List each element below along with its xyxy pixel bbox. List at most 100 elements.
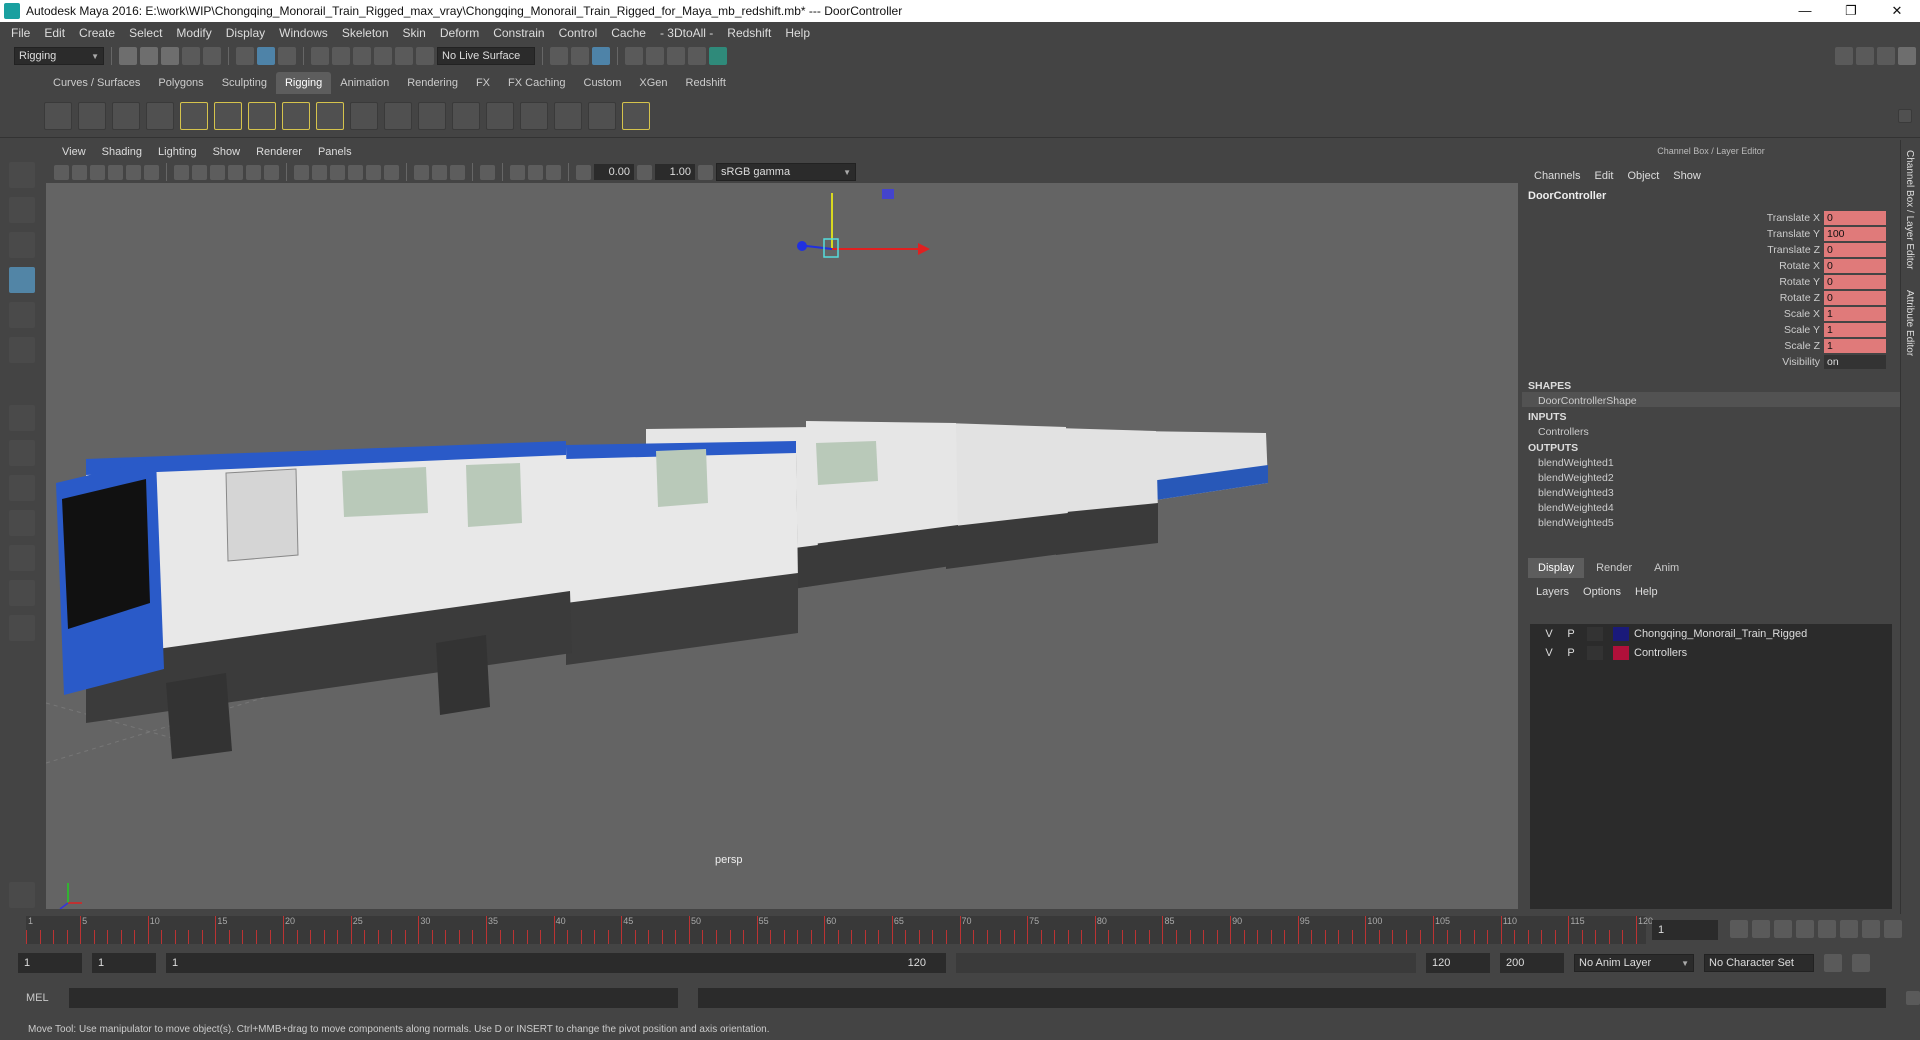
attribute-value[interactable]: 0 — [1824, 275, 1886, 289]
menu-item-10[interactable]: Constrain — [486, 26, 551, 40]
color-management-icon[interactable] — [698, 164, 713, 180]
shelf-tab-7[interactable]: FX Caching — [499, 72, 574, 94]
layer-menu-1[interactable]: Options — [1583, 586, 1621, 598]
step-forward-key-icon[interactable] — [1862, 920, 1880, 938]
move-tool-icon[interactable] — [9, 267, 35, 293]
anim-layer-dropdown[interactable]: No Anim Layer ▼ — [1574, 954, 1694, 972]
attribute-row[interactable]: Translate X 0 — [1522, 210, 1900, 226]
attribute-value[interactable]: 0 — [1824, 291, 1886, 305]
wireframe-icon[interactable] — [294, 164, 309, 180]
attribute-row[interactable]: Translate Y 100 — [1522, 226, 1900, 242]
auto-key-icon[interactable] — [1824, 954, 1842, 972]
menu-item-9[interactable]: Deform — [433, 26, 486, 40]
attribute-row[interactable]: Scale X 1 — [1522, 306, 1900, 322]
magnet-icon[interactable] — [416, 47, 434, 65]
monorail-train-model[interactable] — [56, 421, 1268, 759]
constraint-icon[interactable] — [554, 101, 582, 130]
channel-menu-1[interactable]: Edit — [1594, 170, 1613, 182]
mirror-joint-icon[interactable] — [146, 101, 174, 130]
input-node[interactable]: Controllers — [1522, 423, 1900, 438]
bookmark-icon[interactable] — [90, 164, 105, 180]
xray-active-icon[interactable] — [528, 164, 543, 180]
layer-color-swatch[interactable] — [1587, 645, 1603, 660]
gate-mask-icon[interactable] — [228, 164, 243, 180]
layer-menu-2[interactable]: Help — [1635, 586, 1658, 598]
history-icon[interactable] — [550, 47, 568, 65]
layer-name[interactable]: Controllers — [1634, 647, 1687, 659]
playback-start-field[interactable]: 1 — [92, 953, 156, 973]
minimize-button[interactable]: — — [1782, 3, 1828, 19]
output-node[interactable]: blendWeighted3 — [1522, 484, 1900, 499]
menu-item-14[interactable]: Redshift — [720, 26, 778, 40]
attribute-row[interactable]: Rotate Z 0 — [1522, 290, 1900, 306]
cluster-icon[interactable] — [384, 101, 412, 130]
interactive-bind-icon[interactable] — [248, 101, 276, 130]
output-node[interactable]: blendWeighted4 — [1522, 499, 1900, 514]
shelf-tab-6[interactable]: FX — [467, 72, 499, 94]
attribute-value[interactable]: 1 — [1824, 307, 1886, 321]
tool-settings-toggle-icon[interactable] — [1898, 47, 1916, 65]
smooth-shade-icon[interactable] — [312, 164, 327, 180]
menu-item-15[interactable]: Help — [778, 26, 817, 40]
maya-home-icon[interactable] — [9, 882, 35, 908]
render-settings-icon[interactable] — [667, 47, 685, 65]
go-to-end-icon[interactable] — [1884, 920, 1902, 938]
image-plane-icon[interactable] — [108, 164, 123, 180]
shelf-tab-5[interactable]: Rendering — [398, 72, 467, 94]
point-constraint-icon[interactable] — [588, 101, 616, 130]
blend-shape-icon[interactable] — [316, 101, 344, 130]
exposure-icon[interactable] — [576, 164, 591, 180]
quick-rig-icon[interactable] — [180, 101, 208, 130]
redo-icon[interactable] — [203, 47, 221, 65]
construction-history-icon[interactable] — [571, 47, 589, 65]
selected-object-name[interactable]: DoorController — [1522, 182, 1900, 210]
render-icon[interactable] — [625, 47, 643, 65]
menu-item-11[interactable]: Control — [552, 26, 605, 40]
snap-curve-icon[interactable] — [332, 47, 350, 65]
xray-joints-icon[interactable] — [510, 164, 525, 180]
attribute-row[interactable]: Rotate Y 0 — [1522, 274, 1900, 290]
layer-tab-2[interactable]: Anim — [1644, 558, 1689, 578]
attribute-value[interactable]: 1 — [1824, 339, 1886, 353]
attribute-editor-toggle-icon[interactable] — [1877, 47, 1895, 65]
panel-menu-2[interactable]: Lighting — [150, 146, 205, 158]
menu-item-12[interactable]: Cache — [604, 26, 653, 40]
ambient-occlusion-icon[interactable] — [414, 164, 429, 180]
film-gate-icon[interactable] — [192, 164, 207, 180]
menu-item-3[interactable]: Select — [122, 26, 169, 40]
scale-tool-icon[interactable] — [9, 337, 35, 363]
layer-name[interactable]: Chongqing_Monorail_Train_Rigged — [1634, 628, 1807, 640]
shadows-icon[interactable] — [384, 164, 399, 180]
play-forward-icon[interactable] — [1818, 920, 1836, 938]
hypershade-icon[interactable] — [688, 47, 706, 65]
step-forward-frame-icon[interactable] — [1840, 920, 1858, 938]
shelf-scroll-icon[interactable] — [1898, 108, 1912, 123]
shelf-tab-10[interactable]: Redshift — [677, 72, 735, 94]
snap-surface-icon[interactable] — [395, 47, 413, 65]
output-node[interactable]: blendWeighted1 — [1522, 454, 1900, 469]
attribute-row[interactable]: Translate Z 0 — [1522, 242, 1900, 258]
motion-blur-icon[interactable] — [432, 164, 447, 180]
shelf-tab-1[interactable]: Polygons — [149, 72, 212, 94]
two-d-pan-icon[interactable] — [126, 164, 141, 180]
ik-spline-icon[interactable] — [112, 101, 140, 130]
lasso-tool-icon[interactable] — [9, 197, 35, 223]
close-button[interactable]: ✕ — [1874, 3, 1920, 19]
view-transform-dropdown[interactable]: sRGB gamma ▼ — [716, 163, 856, 181]
lattice-icon[interactable] — [350, 101, 378, 130]
playback-end-field[interactable]: 120 — [1426, 953, 1490, 973]
shelf-tab-9[interactable]: XGen — [630, 72, 676, 94]
select-hierarchy-icon[interactable] — [236, 47, 254, 65]
shelf-tab-2[interactable]: Sculpting — [213, 72, 276, 94]
attribute-value[interactable]: 0 — [1824, 259, 1886, 273]
gamma-icon[interactable] — [637, 164, 652, 180]
play-backward-icon[interactable] — [1796, 920, 1814, 938]
door-controller-manipulator[interactable] — [797, 189, 930, 258]
end-time-field[interactable]: 200 — [1500, 953, 1564, 973]
layer-playback-toggle[interactable]: P — [1560, 647, 1582, 659]
wireframe-on-shaded-icon[interactable] — [330, 164, 345, 180]
grease-pencil-icon[interactable] — [144, 164, 159, 180]
joint-tool-icon[interactable] — [44, 101, 72, 130]
orient-constraint-icon[interactable] — [622, 101, 650, 130]
command-language-label[interactable]: MEL — [26, 992, 49, 1004]
